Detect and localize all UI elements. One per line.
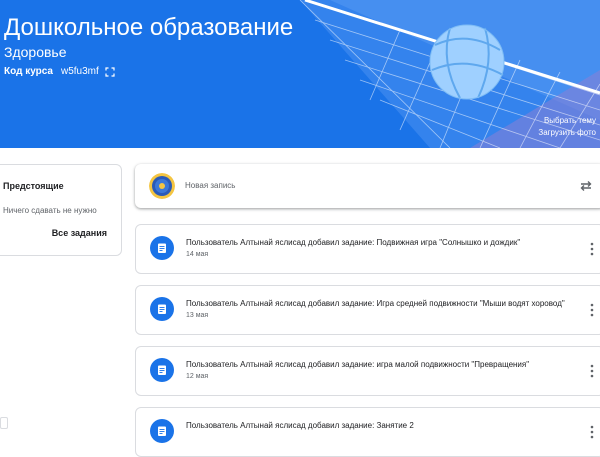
more-vert-icon[interactable] (590, 364, 594, 378)
stream-item[interactable]: Пользователь Алтынай яслисад добавил зад… (135, 346, 600, 396)
avatar (149, 173, 175, 199)
course-code-label: Код курса (4, 66, 53, 77)
more-vert-icon[interactable] (590, 425, 594, 439)
course-code-value: w5fu3mf (61, 66, 99, 77)
stream-item-date: 13 мая (186, 312, 209, 319)
new-post-box[interactable]: Новая запись (135, 164, 600, 208)
upcoming-empty-text: Ничего сдавать не нужно (3, 206, 97, 215)
fullscreen-icon[interactable] (105, 67, 115, 77)
course-banner: Дошкольное образование Здоровье Код курс… (0, 0, 600, 148)
stream-item-title: Пользователь Алтынай яслисад добавил зад… (186, 238, 521, 247)
assignment-icon (150, 419, 174, 443)
assignment-icon (150, 358, 174, 382)
stream-item[interactable]: Пользователь Алтынай яслисад добавил зад… (135, 224, 600, 274)
repost-icon[interactable] (579, 179, 593, 193)
select-theme-link[interactable]: Выбрать тему (544, 116, 596, 126)
assignment-icon (150, 236, 174, 260)
course-code-row: Код курса w5fu3mf (4, 65, 115, 79)
new-post-placeholder[interactable]: Новая запись (185, 181, 235, 190)
all-assignments-link[interactable]: Все задания (52, 228, 107, 238)
bottom-left-widget[interactable] (0, 417, 8, 429)
more-vert-icon[interactable] (590, 242, 594, 256)
user-avatar-icon (149, 173, 175, 199)
upcoming-title: Предстоящие (3, 181, 64, 191)
course-section: Здоровье (4, 44, 67, 60)
stream-item-date: 14 мая (186, 251, 209, 258)
stream-item[interactable]: Пользователь Алтынай яслисад добавил зад… (135, 407, 600, 457)
upcoming-card: Предстоящие Ничего сдавать не нужно Все … (0, 164, 122, 256)
stream-item-title: Пользователь Алтынай яслисад добавил зад… (186, 360, 530, 369)
stream-item[interactable]: Пользователь Алтынай яслисад добавил зад… (135, 285, 600, 335)
stream-item-date: 12 мая (186, 373, 209, 380)
more-vert-icon[interactable] (590, 303, 594, 317)
assignment-icon (150, 297, 174, 321)
course-title: Дошкольное образование (4, 14, 294, 41)
stream-item-title: Пользователь Алтынай яслисад добавил зад… (186, 299, 565, 308)
upload-photo-link[interactable]: Загрузить фото (538, 128, 596, 138)
